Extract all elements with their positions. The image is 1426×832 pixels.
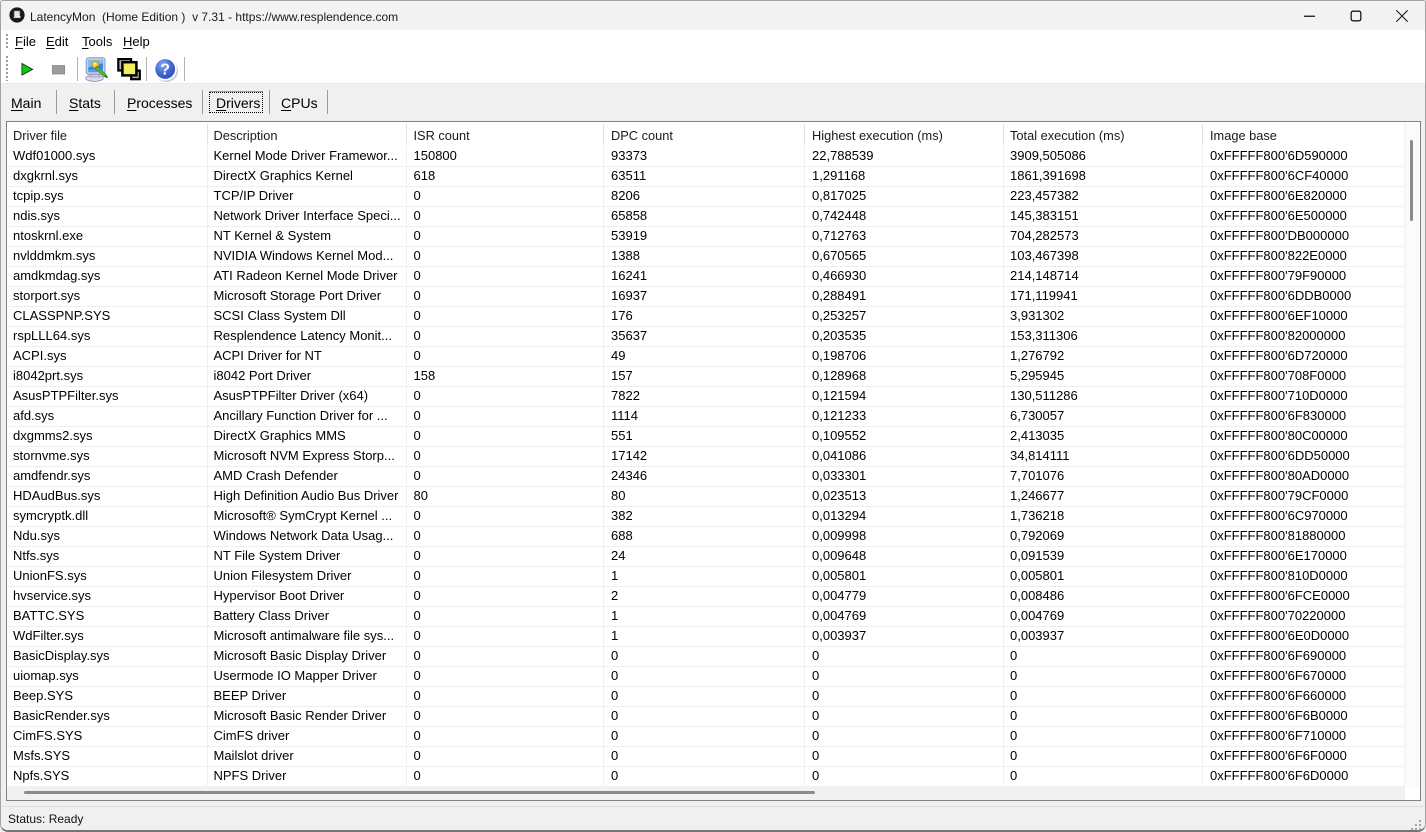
svg-text:?: ? [160, 62, 170, 79]
